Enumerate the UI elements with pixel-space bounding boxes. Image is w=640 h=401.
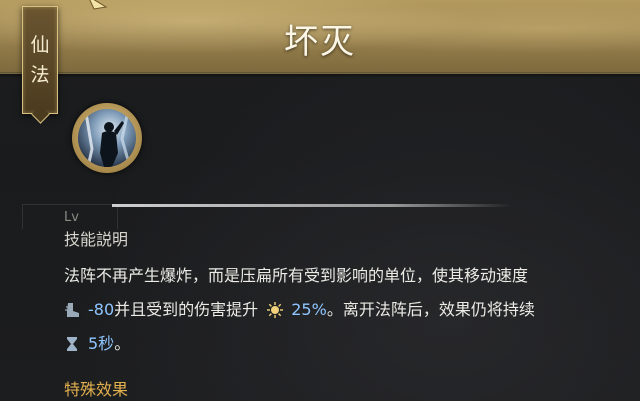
skill-tooltip: 坏灭 仙 法 Lv 技能説明 法阵不再产生爆炸，而是压扁所有受到影响的单位，使其… xyxy=(0,0,640,401)
description-text: 。离开法阵后，效果仍将持续 xyxy=(326,300,535,319)
description-line: -80并且受到的伤害提升 25%。离开法阵后，效果仍将持续 xyxy=(64,296,535,320)
category-char: 仙 xyxy=(30,34,50,56)
section-heading: 技能説明 xyxy=(64,230,129,249)
skill-title: 坏灭 xyxy=(284,22,356,62)
description-text: 。 xyxy=(114,334,131,353)
skill-icon-frame[interactable] xyxy=(72,103,142,173)
special-effects-heading: 特殊效果 xyxy=(64,380,129,399)
speed-value: -80 xyxy=(88,300,115,319)
description-line: 法阵不再产生爆炸，而是压扁所有受到影响的单位，使其移动速度 xyxy=(64,262,528,286)
duration-value: 5秒 xyxy=(88,334,115,353)
description-text: 法阵不再产生爆炸，而是压扁所有受到影响的单位，使其移动速度 xyxy=(64,266,529,285)
category-tab[interactable]: 仙 法 xyxy=(22,6,58,114)
damage-value: 25% xyxy=(291,300,327,319)
description-line: 5秒。 xyxy=(64,330,130,354)
boot-icon xyxy=(64,302,80,318)
sun-icon xyxy=(267,302,284,318)
skill-figure-icon xyxy=(78,109,136,167)
title-bar: 坏灭 xyxy=(0,0,640,78)
category-char: 法 xyxy=(30,64,50,86)
hourglass-icon xyxy=(64,336,80,352)
skill-level-label: Lv xyxy=(64,210,79,225)
description-text: 并且受到的伤害提升 xyxy=(114,300,259,319)
divider xyxy=(112,204,512,207)
ornament-icon xyxy=(86,0,108,18)
